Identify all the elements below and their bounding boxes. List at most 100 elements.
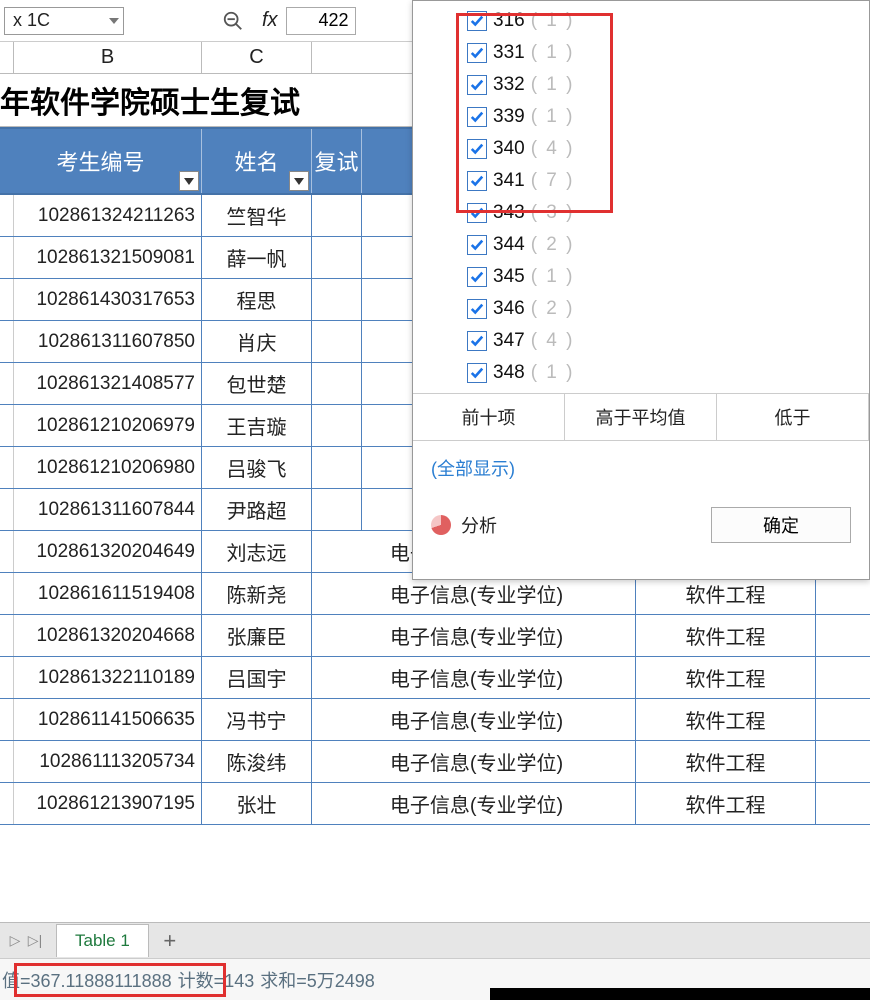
column-header-c[interactable]: C (202, 42, 312, 73)
filter-option[interactable]: 344( 2 ) (467, 229, 869, 261)
filter-option[interactable]: 343( 3 ) (467, 197, 869, 229)
filter-option[interactable]: 340( 4 ) (467, 133, 869, 165)
row-gutter[interactable] (0, 657, 14, 698)
tab-scroll-end-icon[interactable]: ▷| (26, 929, 44, 953)
name-box[interactable]: x 1C (4, 7, 124, 35)
checkbox-icon[interactable] (467, 139, 487, 159)
sheet-tab-table1[interactable]: Table 1 (56, 924, 149, 957)
filter-option[interactable]: 339( 1 ) (467, 101, 869, 133)
cell-name[interactable]: 程思 (202, 279, 312, 320)
cell-id[interactable]: 102861321509081 (14, 237, 202, 278)
filter-button-id[interactable] (179, 171, 199, 191)
checkbox-icon[interactable] (467, 363, 487, 383)
header-id[interactable]: 考生编号 (0, 129, 202, 193)
row-gutter[interactable] (0, 405, 14, 446)
cell-name[interactable]: 竺智华 (202, 195, 312, 236)
checkbox-icon[interactable] (467, 331, 487, 351)
table-row[interactable]: 102861320204668张廉臣电子信息(专业学位)软件工程 (0, 615, 870, 657)
cell-name[interactable]: 吕国宇 (202, 657, 312, 698)
cell-major[interactable] (312, 279, 362, 320)
cell-major[interactable] (312, 447, 362, 488)
cell-program[interactable]: 软件工程 (636, 783, 816, 824)
cell-id[interactable]: 102861320204649 (14, 531, 202, 572)
checkbox-icon[interactable] (467, 299, 487, 319)
cell-name[interactable]: 刘志远 (202, 531, 312, 572)
cell-id[interactable]: 102861210206980 (14, 447, 202, 488)
checkbox-icon[interactable] (467, 43, 487, 63)
cell-program[interactable]: 软件工程 (636, 657, 816, 698)
cell-program[interactable]: 软件工程 (636, 699, 816, 740)
filter-tab-above-avg[interactable]: 高于平均值 (565, 394, 717, 440)
cell-major[interactable]: 电子信息(专业学位) (312, 615, 636, 656)
filter-option[interactable]: 341( 7 ) (467, 165, 869, 197)
row-gutter[interactable] (0, 447, 14, 488)
cell-id[interactable]: 102861430317653 (14, 279, 202, 320)
filter-tab-top10[interactable]: 前十项 (413, 394, 565, 440)
cell-name[interactable]: 冯书宁 (202, 699, 312, 740)
cell-id[interactable]: 102861141506635 (14, 699, 202, 740)
cell-major[interactable]: 电子信息(专业学位) (312, 741, 636, 782)
cell-major[interactable]: 电子信息(专业学位) (312, 699, 636, 740)
cell-major[interactable]: 电子信息(专业学位) (312, 657, 636, 698)
chevron-down-icon[interactable] (109, 18, 119, 24)
fx-label[interactable]: fx (262, 9, 278, 32)
cell-id[interactable]: 102861324211263 (14, 195, 202, 236)
cell-name[interactable]: 张廉臣 (202, 615, 312, 656)
ok-button[interactable]: 确定 (711, 507, 851, 543)
cell-major[interactable] (312, 363, 362, 404)
cell-name[interactable]: 陈浚纬 (202, 741, 312, 782)
cell-major[interactable] (312, 405, 362, 446)
row-gutter[interactable] (0, 279, 14, 320)
filter-button-name[interactable] (289, 171, 309, 191)
cell-id[interactable]: 102861322110189 (14, 657, 202, 698)
row-gutter[interactable] (0, 741, 14, 782)
cell-name[interactable]: 陈新尧 (202, 573, 312, 614)
filter-tab-below[interactable]: 低于 (717, 394, 869, 440)
row-gutter-header[interactable] (0, 42, 14, 73)
filter-options-list[interactable]: 316( 1 )331( 1 )332( 1 )339( 1 )340( 4 )… (413, 1, 869, 393)
row-gutter[interactable] (0, 699, 14, 740)
tab-scroll-right-icon[interactable]: ▷ (6, 929, 24, 953)
row-gutter[interactable] (0, 489, 14, 530)
cell-program[interactable]: 软件工程 (636, 741, 816, 782)
cell-id[interactable]: 102861213907195 (14, 783, 202, 824)
row-gutter[interactable] (0, 531, 14, 572)
row-gutter[interactable] (0, 573, 14, 614)
filter-show-all-link[interactable]: (全部显示) (413, 441, 869, 495)
filter-option[interactable]: 316( 1 ) (467, 5, 869, 37)
cell-name[interactable]: 张壮 (202, 783, 312, 824)
cell-id[interactable]: 102861210206979 (14, 405, 202, 446)
header-name[interactable]: 姓名 (202, 129, 312, 193)
row-gutter[interactable] (0, 195, 14, 236)
cell-id[interactable]: 102861611519408 (14, 573, 202, 614)
checkbox-icon[interactable] (467, 267, 487, 287)
cell-name[interactable]: 尹路超 (202, 489, 312, 530)
cell-id[interactable]: 102861311607850 (14, 321, 202, 362)
row-gutter[interactable] (0, 615, 14, 656)
table-row[interactable]: 102861213907195张壮电子信息(专业学位)软件工程 (0, 783, 870, 825)
cell-major[interactable] (312, 321, 362, 362)
cell-major[interactable] (312, 195, 362, 236)
cell-name[interactable]: 薛一帆 (202, 237, 312, 278)
cell-name[interactable]: 王吉璇 (202, 405, 312, 446)
cell-major[interactable] (312, 489, 362, 530)
filter-option[interactable]: 347( 4 ) (467, 325, 869, 357)
cell-id[interactable]: 102861320204668 (14, 615, 202, 656)
filter-option[interactable]: 346( 2 ) (467, 293, 869, 325)
cell-major[interactable]: 电子信息(专业学位) (312, 783, 636, 824)
filter-option[interactable]: 331( 1 ) (467, 37, 869, 69)
row-gutter[interactable] (0, 363, 14, 404)
filter-analysis-label[interactable]: 分析 (461, 512, 497, 538)
filter-option[interactable]: 348( 1 ) (467, 357, 869, 389)
filter-option[interactable]: 332( 1 ) (467, 69, 869, 101)
row-gutter[interactable] (0, 321, 14, 362)
checkbox-icon[interactable] (467, 11, 487, 31)
cell-major[interactable] (312, 237, 362, 278)
row-gutter[interactable] (0, 783, 14, 824)
cell-id[interactable]: 102861321408577 (14, 363, 202, 404)
table-row[interactable]: 102861113205734陈浚纬电子信息(专业学位)软件工程 (0, 741, 870, 783)
cell-name[interactable]: 包世楚 (202, 363, 312, 404)
column-header-b[interactable]: B (14, 42, 202, 73)
checkbox-icon[interactable] (467, 235, 487, 255)
checkbox-icon[interactable] (467, 171, 487, 191)
